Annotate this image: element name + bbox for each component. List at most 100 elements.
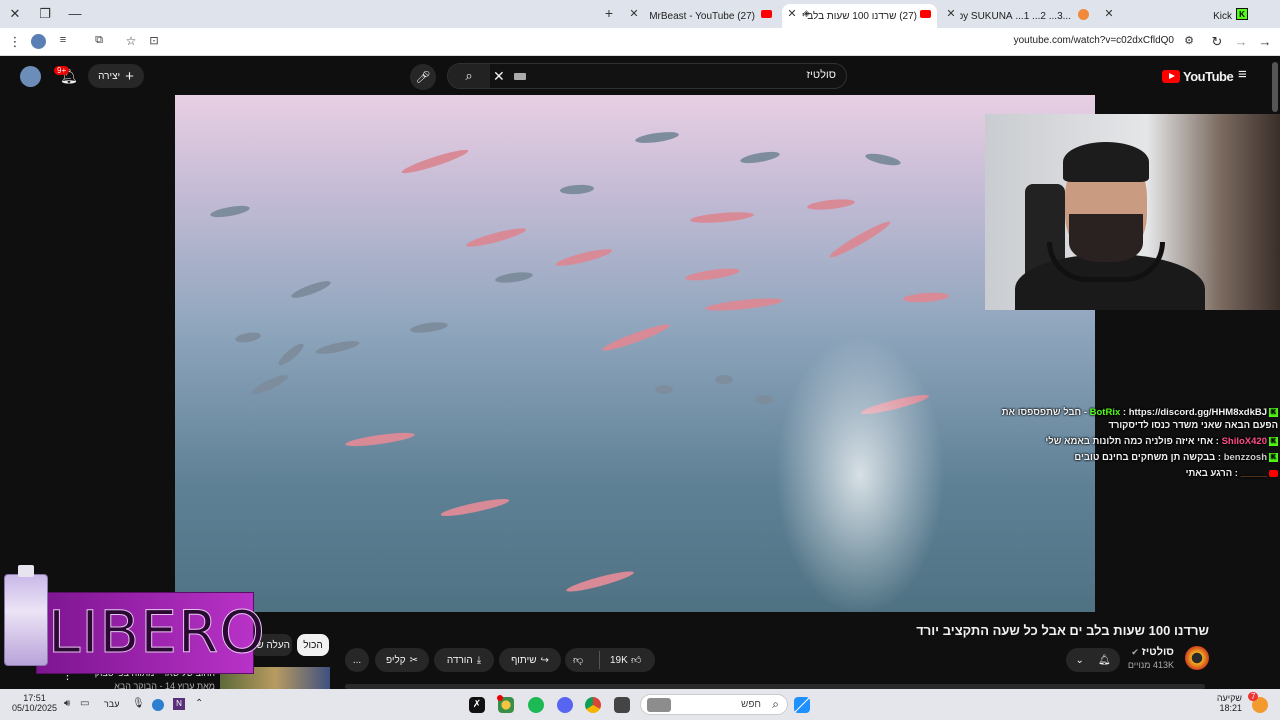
spotify-icon[interactable]: [528, 697, 544, 713]
tab-attack[interactable]: ...3... 2... 1... ATTACK!! by SUKUNA: [960, 4, 1075, 28]
scissors-icon: ✂: [409, 654, 419, 666]
file-explorer-icon[interactable]: [614, 697, 630, 713]
chip-all[interactable]: הכול: [297, 634, 329, 656]
forward-icon[interactable]: →: [1232, 34, 1250, 49]
taskbar-search-input[interactable]: חפש: [741, 699, 761, 710]
kick-badge-icon: K: [1269, 452, 1278, 462]
profile-avatar[interactable]: [31, 34, 46, 49]
microphone-icon[interactable]: 🎙︎: [132, 698, 145, 709]
youtube-play-icon: [1162, 70, 1180, 83]
video-player[interactable]: [175, 95, 1095, 612]
url-field[interactable]: youtube.com/watch?v=c02dxCfldQ0: [1014, 35, 1174, 46]
chat-message: KBotRix : https://discord.gg/HHM8xdkBJ -…: [1001, 407, 1278, 431]
video-title: שרדנו 100 שעות בלב ים אבל כל שעה התקציב …: [916, 623, 1209, 638]
chat-message: Kbenzzosh : בבקשה תן משחקים בחינם טובים: [1074, 452, 1278, 463]
tab-kick[interactable]: Kick: [1103, 4, 1238, 28]
subscriber-count: 413K מנויים: [1127, 660, 1174, 670]
like-dislike-group: 👎︎ 19K 👍︎: [565, 648, 655, 672]
clear-search-icon[interactable]: ✕: [493, 68, 505, 85]
minimize-window-icon[interactable]: —: [66, 6, 84, 21]
hamburger-menu-icon[interactable]: ≡: [1238, 66, 1247, 83]
discord-icon[interactable]: [557, 697, 573, 713]
voice-search-icon[interactable]: 🎤︎: [410, 64, 436, 90]
taskbar-app-icon[interactable]: ✗: [469, 697, 485, 713]
bookmark-star-icon[interactable]: ☆: [122, 34, 140, 48]
create-button[interactable]: יצירה +: [88, 64, 144, 88]
windows-taskbar: 17:51 05/10/2025 🔊︎ ▭ עבר 🎙︎ N ⌃ ✗ חפש ⌕…: [0, 689, 1280, 720]
subscription-bell-button[interactable]: ⌄ 🔔︎: [1066, 648, 1120, 672]
close-tab-kick-icon[interactable]: ✕: [1102, 7, 1116, 20]
close-tab-mrbeast-icon[interactable]: ✕: [627, 7, 641, 20]
clip-button[interactable]: קליפ ✂: [375, 648, 429, 672]
bubbles: [775, 335, 945, 612]
tray-app-icon[interactable]: [152, 699, 164, 711]
clock-left[interactable]: 17:51 05/10/2025: [12, 693, 57, 713]
plus-icon: +: [125, 67, 134, 85]
notification-dot: [497, 695, 503, 701]
clock-right[interactable]: שקיעה 18:21: [1217, 693, 1242, 713]
fish: [902, 291, 950, 304]
close-window-icon[interactable]: ✕: [6, 6, 24, 22]
menu-dots-icon[interactable]: ⋮: [6, 34, 24, 50]
volume-icon[interactable]: 🔊︎: [64, 698, 70, 709]
youtube-logo[interactable]: YouTube: [1162, 69, 1234, 84]
fish: [554, 246, 614, 269]
dislike-icon[interactable]: 👎︎: [573, 654, 583, 666]
fish: [344, 430, 416, 449]
network-icon[interactable]: ▭: [80, 698, 89, 709]
tab-mrbeast[interactable]: (27) MrBeast - YouTube: [625, 4, 775, 28]
onenote-icon[interactable]: N: [173, 698, 185, 710]
sponsor-overlay: LIBERO: [0, 534, 265, 674]
chat-message: _____ : הרגע באתי: [978, 467, 1278, 480]
kick-favicon-icon: K: [1236, 8, 1248, 20]
fish: [234, 330, 262, 345]
more-actions-button[interactable]: ...: [345, 648, 369, 672]
install-app-icon[interactable]: ⊡: [145, 34, 163, 47]
fish: [275, 340, 307, 369]
notification-count-badge: 9+: [54, 66, 70, 75]
search-box[interactable]: ⌕ ✕ סולטיז: [447, 63, 847, 89]
fish: [400, 146, 470, 177]
share-icon: ↪: [540, 654, 549, 666]
chrome-icon[interactable]: [585, 697, 601, 713]
tray-chevron-icon[interactable]: ⌃: [195, 698, 203, 709]
fish: [209, 203, 251, 220]
sponsor-logo-text: LIBERO: [48, 598, 266, 667]
account-avatar[interactable]: [20, 66, 41, 87]
fish: [864, 151, 902, 168]
search-input[interactable]: סולטיז: [807, 69, 837, 81]
page-scrollbar[interactable]: [1272, 62, 1278, 112]
close-tab-attack-icon[interactable]: ✕: [944, 7, 958, 20]
windows-start-icon[interactable]: [794, 697, 810, 713]
fish: [409, 320, 449, 335]
media-controls-icon[interactable]: ≡: [54, 34, 72, 46]
fish: [755, 395, 773, 404]
fish: [689, 210, 755, 225]
search-icon[interactable]: ⌕: [448, 64, 490, 88]
new-tab-button[interactable]: +: [600, 5, 618, 21]
restore-window-icon[interactable]: ❐: [36, 6, 54, 22]
share-button[interactable]: שיתוף ↪: [499, 648, 561, 672]
youtube-favicon-icon: [761, 10, 772, 18]
keyboard-icon[interactable]: [514, 73, 526, 80]
download-button[interactable]: הורדה ⤓: [434, 648, 494, 672]
taskbar-search[interactable]: חפש ⌕: [640, 694, 788, 715]
fish: [464, 225, 528, 250]
verified-check-icon: ✔: [1131, 647, 1139, 657]
close-tab-current-icon[interactable]: ✕: [785, 7, 799, 20]
search-highlight-image: [647, 698, 671, 712]
chevron-down-icon: ⌄: [1075, 654, 1084, 666]
like-icon[interactable]: 👍︎: [631, 654, 641, 666]
site-settings-icon[interactable]: ⚙: [1180, 34, 1198, 47]
channel-name[interactable]: סולטיז ✔: [1131, 646, 1174, 658]
audio-playing-icon[interactable]: ◈: [803, 8, 810, 19]
fish: [494, 270, 534, 285]
bottle-cap: [18, 565, 34, 577]
like-count[interactable]: 19K: [610, 655, 628, 666]
reload-icon[interactable]: ↻: [1208, 34, 1226, 50]
channel-avatar[interactable]: [1185, 646, 1209, 670]
fish: [704, 295, 784, 314]
back-icon[interactable]: →: [1256, 34, 1274, 49]
extensions-icon[interactable]: ⧉: [90, 34, 108, 47]
language-indicator[interactable]: עבר: [104, 699, 119, 709]
